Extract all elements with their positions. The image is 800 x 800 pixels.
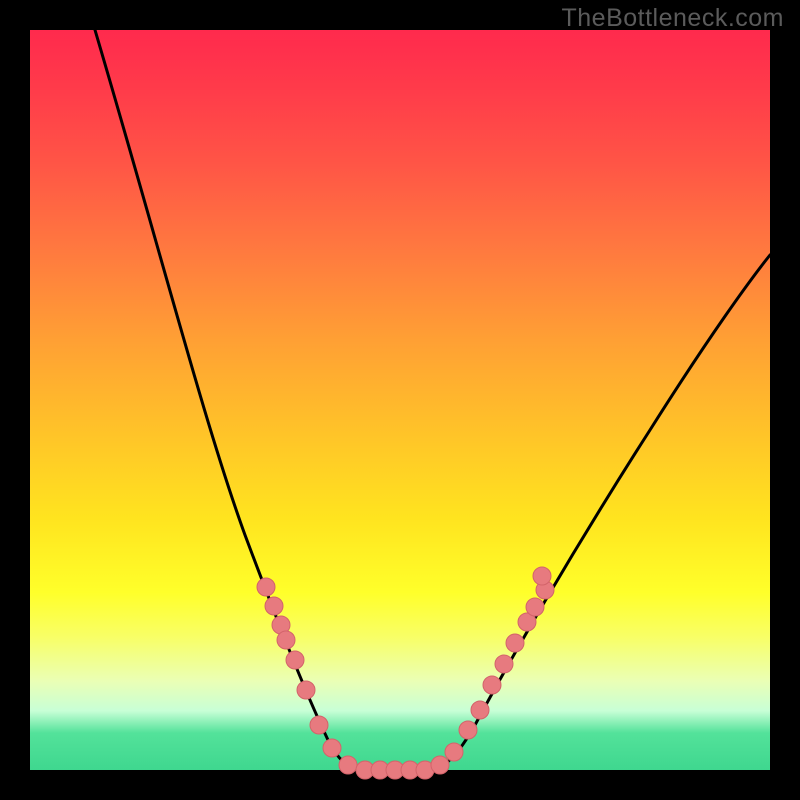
plot-area — [30, 30, 770, 770]
data-dot — [277, 631, 295, 649]
watermark-label: TheBottleneck.com — [562, 4, 785, 33]
data-dot — [533, 567, 551, 585]
data-dot — [323, 739, 341, 757]
data-dot — [310, 716, 328, 734]
dots-group — [257, 567, 554, 779]
data-dot — [431, 756, 449, 774]
curve-right-branch — [430, 255, 770, 770]
data-dot — [297, 681, 315, 699]
data-dot — [286, 651, 304, 669]
data-dot — [257, 578, 275, 596]
data-dot — [506, 634, 524, 652]
data-dot — [459, 721, 477, 739]
data-dot — [339, 756, 357, 774]
data-dot — [265, 597, 283, 615]
data-dot — [495, 655, 513, 673]
data-dot — [445, 743, 463, 761]
data-dot — [471, 701, 489, 719]
curve-left-branch — [95, 30, 360, 770]
curve-group — [95, 30, 770, 770]
data-dot — [526, 598, 544, 616]
data-dot — [483, 676, 501, 694]
chart-frame: TheBottleneck.com — [0, 0, 800, 800]
chart-svg — [30, 30, 770, 770]
